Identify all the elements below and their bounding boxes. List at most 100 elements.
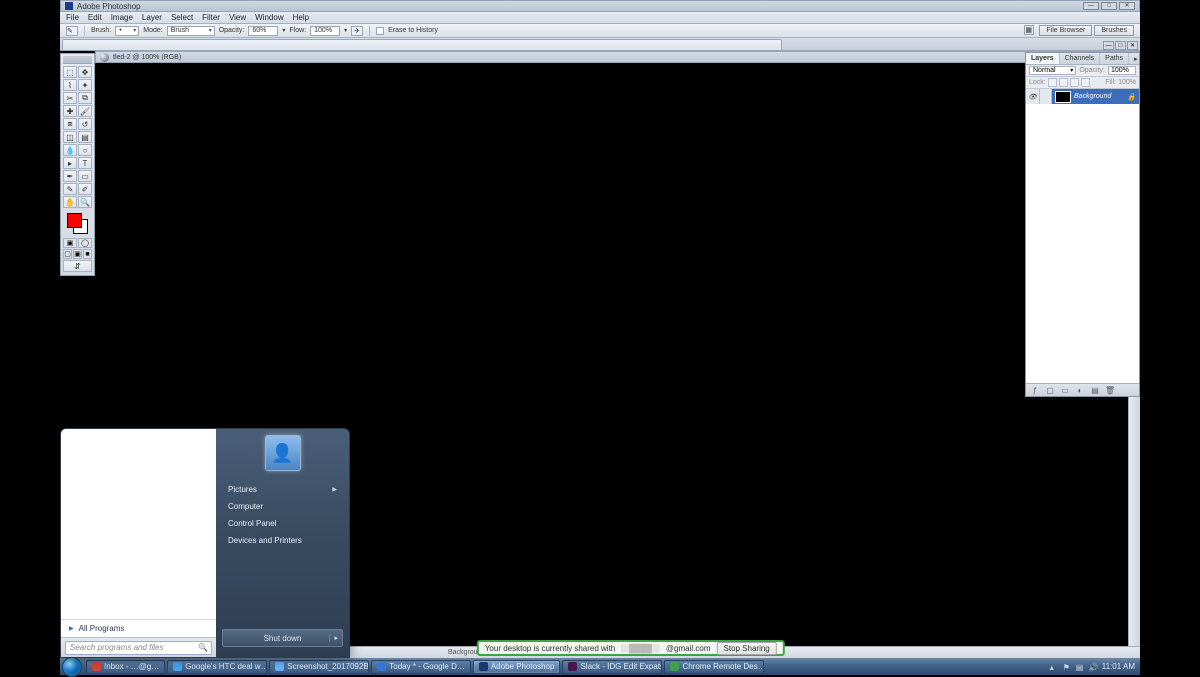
shutdown-button[interactable]: Shut down bbox=[222, 629, 343, 647]
path-select-tool[interactable]: ▸ bbox=[63, 157, 77, 169]
palette-well-icon[interactable]: ▦ bbox=[1024, 25, 1034, 35]
opacity-field[interactable]: 60% bbox=[248, 26, 278, 36]
photoshop-titlebar[interactable]: Adobe Photoshop — □ ✕ bbox=[60, 0, 1140, 12]
new-set-button[interactable]: ▭ bbox=[1059, 386, 1071, 395]
dodge-tool[interactable]: ○ bbox=[78, 144, 92, 156]
layers-panel[interactable]: Layers Channels Paths ▸ Normal Opacity: … bbox=[1025, 52, 1140, 397]
clone-stamp-tool[interactable]: ⧈ bbox=[63, 118, 77, 130]
move-tool[interactable]: ✥ bbox=[78, 66, 92, 78]
minimize-button[interactable]: — bbox=[1083, 2, 1099, 10]
type-tool[interactable]: T bbox=[78, 157, 92, 169]
screen-mode-3[interactable]: ■ bbox=[83, 249, 92, 259]
start-search-input[interactable]: Search programs and files bbox=[65, 641, 212, 655]
color-swatch[interactable] bbox=[63, 211, 92, 235]
magic-wand-tool[interactable]: ✦ bbox=[78, 79, 92, 91]
tray-chevron-icon[interactable]: ▴ bbox=[1050, 663, 1058, 671]
menu-window[interactable]: Window bbox=[255, 13, 283, 22]
start-button[interactable] bbox=[62, 657, 82, 677]
airbrush-icon[interactable]: ✈ bbox=[351, 26, 363, 36]
file-browser-tab[interactable]: File Browser bbox=[1039, 25, 1092, 36]
hand-tool[interactable]: ✋ bbox=[63, 196, 77, 208]
start-item-devices-and-printers[interactable]: Devices and Printers bbox=[216, 532, 349, 549]
lasso-tool[interactable]: ⌇ bbox=[63, 79, 77, 91]
zoom-tool[interactable]: 🔍 bbox=[78, 196, 92, 208]
close-button[interactable]: ✕ bbox=[1119, 2, 1135, 10]
shape-tool[interactable]: ▭ bbox=[78, 170, 92, 182]
doc-max-button[interactable]: □ bbox=[1115, 41, 1126, 50]
layer-mask-button[interactable]: ▢ bbox=[1044, 386, 1056, 395]
tray-volume-icon[interactable]: 🔊 bbox=[1089, 663, 1097, 671]
all-programs-button[interactable]: All Programs bbox=[61, 619, 216, 637]
layers-tab[interactable]: Layers bbox=[1026, 53, 1060, 64]
blur-tool[interactable]: 💧 bbox=[63, 144, 77, 156]
stop-sharing-button[interactable]: Stop Sharing bbox=[717, 642, 777, 655]
layer-thumbnail[interactable] bbox=[1055, 91, 1071, 103]
taskbar-item[interactable]: Google's HTC deal w… bbox=[167, 660, 267, 674]
document-tab[interactable] bbox=[62, 39, 782, 50]
taskbar-clock[interactable]: 11:01 AM bbox=[1102, 662, 1135, 671]
taskbar-item[interactable]: Today * - Google D… bbox=[371, 660, 471, 674]
taskbar-item[interactable]: Adobe Photoshop bbox=[473, 660, 561, 674]
eyedropper-tool[interactable]: ✐ bbox=[78, 183, 92, 195]
system-tray[interactable]: ▴ ⚑ ▤ 🔊 11:01 AM bbox=[1045, 662, 1140, 671]
layer-fill-field[interactable]: 100% bbox=[1118, 79, 1136, 86]
document-titlebar[interactable]: tled-2 @ 100% (RGB) bbox=[95, 51, 1140, 63]
menu-view[interactable]: View bbox=[229, 13, 246, 22]
doc-close-button[interactable]: ✕ bbox=[1127, 41, 1138, 50]
link-toggle[interactable] bbox=[1040, 89, 1052, 104]
screen-mode-1[interactable]: ▢ bbox=[63, 249, 72, 259]
start-item-computer[interactable]: Computer bbox=[216, 498, 349, 515]
adjustment-layer-button[interactable]: ◐ bbox=[1074, 386, 1086, 395]
layer-opacity-field[interactable]: 100% bbox=[1108, 66, 1136, 75]
tray-network-icon[interactable]: ▤ bbox=[1076, 663, 1084, 671]
erase-history-checkbox[interactable] bbox=[376, 27, 384, 35]
menu-select[interactable]: Select bbox=[171, 13, 193, 22]
layer-style-button[interactable]: ƒ bbox=[1029, 386, 1041, 395]
crop-tool[interactable]: ✂ bbox=[63, 92, 77, 104]
standard-mode-button[interactable]: ▣ bbox=[63, 238, 77, 248]
tool-palette-grip[interactable] bbox=[63, 56, 92, 64]
taskbar-item[interactable]: Chrome Remote Des… bbox=[664, 660, 764, 674]
channels-tab[interactable]: Channels bbox=[1060, 53, 1101, 64]
lock-all[interactable] bbox=[1081, 78, 1090, 87]
layer-row[interactable]: 👁 Background 🔒 bbox=[1026, 89, 1139, 104]
taskbar-item[interactable]: Slack - IDG Edit Expats bbox=[562, 660, 662, 674]
menu-help[interactable]: Help bbox=[293, 13, 309, 22]
new-layer-button[interactable]: ▤ bbox=[1089, 386, 1101, 395]
brush-tool[interactable]: 🖌 bbox=[78, 105, 92, 117]
menu-filter[interactable]: Filter bbox=[202, 13, 220, 22]
start-menu-programs-pane[interactable] bbox=[61, 429, 216, 619]
tray-flag-icon[interactable]: ⚑ bbox=[1063, 663, 1071, 671]
quickmask-mode-button[interactable]: ◯ bbox=[78, 238, 92, 248]
notes-tool[interactable]: ✎ bbox=[63, 183, 77, 195]
maximize-button[interactable]: □ bbox=[1101, 2, 1117, 10]
healing-brush-tool[interactable]: ✚ bbox=[63, 105, 77, 117]
mode-picker[interactable]: Brush bbox=[167, 26, 215, 36]
lock-transparency[interactable] bbox=[1048, 78, 1057, 87]
pen-tool[interactable]: ✒ bbox=[63, 170, 77, 182]
lock-image[interactable] bbox=[1059, 78, 1068, 87]
delete-layer-button[interactable]: 🗑 bbox=[1104, 386, 1116, 395]
taskbar-item[interactable]: Screenshot_2017092B… bbox=[269, 660, 369, 674]
history-brush-tool[interactable]: ↺ bbox=[78, 118, 92, 130]
slice-tool[interactable]: ⧉ bbox=[78, 92, 92, 104]
taskbar-item[interactable]: Inbox - …@g… bbox=[86, 660, 165, 674]
menu-edit[interactable]: Edit bbox=[88, 13, 102, 22]
blend-mode-picker[interactable]: Normal bbox=[1029, 66, 1076, 75]
foreground-color[interactable] bbox=[67, 213, 82, 228]
marquee-tool[interactable]: ⬚ bbox=[63, 66, 77, 78]
brush-picker[interactable]: • bbox=[115, 26, 139, 36]
tool-palette[interactable]: ⬚✥⌇✦✂⧉✚🖌⧈↺◫▤💧○▸T✒▭✎✐✋🔍 ▣ ◯ ▢ ▣ ■ ⇵ bbox=[60, 53, 95, 276]
doc-min-button[interactable]: — bbox=[1103, 41, 1114, 50]
flow-field[interactable]: 100% bbox=[310, 26, 340, 36]
brushes-tab[interactable]: Brushes bbox=[1094, 25, 1134, 36]
menu-file[interactable]: File bbox=[66, 13, 79, 22]
user-avatar[interactable]: 👤 bbox=[265, 435, 301, 471]
start-item-control-panel[interactable]: Control Panel bbox=[216, 515, 349, 532]
imageready-button[interactable]: ⇵ bbox=[63, 260, 92, 272]
eraser-tool[interactable]: ◫ bbox=[63, 131, 77, 143]
lock-position[interactable] bbox=[1070, 78, 1079, 87]
gradient-tool[interactable]: ▤ bbox=[78, 131, 92, 143]
menu-layer[interactable]: Layer bbox=[142, 13, 162, 22]
menu-image[interactable]: Image bbox=[111, 13, 133, 22]
